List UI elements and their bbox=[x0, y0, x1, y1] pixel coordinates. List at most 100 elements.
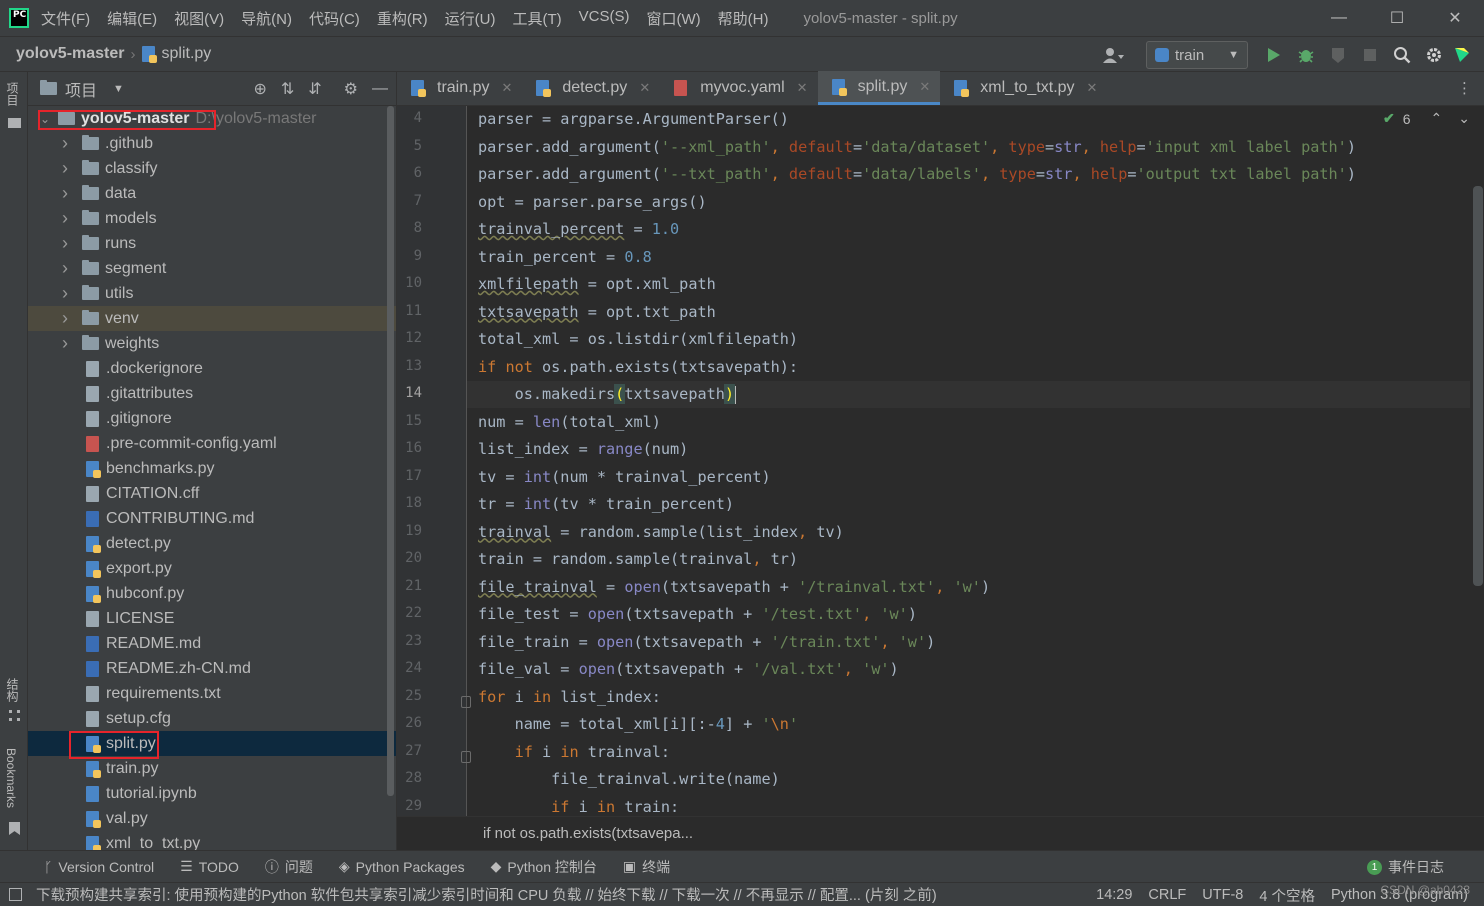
tree-folder[interactable]: › .github bbox=[28, 131, 396, 156]
bookmarks-tool-button[interactable]: Bookmarks bbox=[4, 748, 18, 808]
tree-folder[interactable]: › segment bbox=[28, 256, 396, 281]
tree-file[interactable]: benchmarks.py bbox=[28, 456, 396, 481]
code-line[interactable]: file_trainval = open(txtsavepath + '/tra… bbox=[478, 574, 990, 601]
code-line[interactable]: name = total_xml[i][:-4] + '\n' bbox=[478, 711, 799, 738]
code-line[interactable]: parser.add_argument('--xml_path', defaul… bbox=[478, 134, 1356, 161]
tree-file[interactable]: train.py bbox=[28, 756, 396, 781]
code-line[interactable]: os.makedirs(txtsavepath) bbox=[478, 381, 737, 408]
close-icon[interactable]: ✕ bbox=[639, 80, 650, 96]
close-icon[interactable]: ✕ bbox=[1087, 80, 1098, 96]
code-line[interactable]: file_val = open(txtsavepath + '/val.txt'… bbox=[478, 656, 899, 683]
menu-item[interactable]: 窗口(W) bbox=[646, 8, 700, 29]
run-configuration-select[interactable]: train ▼ bbox=[1146, 41, 1248, 69]
close-window-button[interactable]: ✕ bbox=[1426, 0, 1484, 36]
code-area[interactable]: 4 5 6 7 8 9 10 11 12 13 14 15 16 17 18 19 20 21 22 23 24 25 26… bbox=[397, 106, 1484, 816]
code-line[interactable]: file_test = open(txtsavepath + '/test.tx… bbox=[478, 601, 917, 628]
code-line[interactable]: list_index = range(num) bbox=[478, 436, 688, 463]
problems-button[interactable]: ⓘ 问题 bbox=[265, 857, 313, 877]
tree-folder[interactable]: › utils bbox=[28, 281, 396, 306]
gear-icon[interactable]: ⚙ bbox=[344, 79, 358, 99]
tree-file[interactable]: README.zh-CN.md bbox=[28, 656, 396, 681]
tree-folder[interactable]: › classify bbox=[28, 156, 396, 181]
menu-item[interactable]: VCS(S) bbox=[579, 8, 630, 29]
toggle-tool-windows-icon[interactable] bbox=[9, 888, 22, 901]
chevron-right-icon[interactable]: › bbox=[58, 258, 72, 279]
code-line[interactable]: if i in trainval: bbox=[478, 739, 670, 766]
breadcrumb-project[interactable]: yolov5-master bbox=[16, 45, 125, 63]
editor-tab[interactable]: split.py ✕ bbox=[817, 71, 941, 105]
code-line[interactable]: num = len(total_xml) bbox=[478, 409, 661, 436]
chevron-right-icon[interactable]: › bbox=[58, 283, 72, 304]
tree-file[interactable]: split.py bbox=[28, 731, 396, 756]
editor-tab[interactable]: detect.py ✕ bbox=[522, 71, 660, 105]
tree-file[interactable]: export.py bbox=[28, 556, 396, 581]
collapse-all-icon[interactable]: ⇵ bbox=[308, 79, 321, 99]
tree-file[interactable]: detect.py bbox=[28, 531, 396, 556]
tree-file[interactable]: hubconf.py bbox=[28, 581, 396, 606]
tree-file[interactable]: xml_to_txt.py bbox=[28, 831, 396, 850]
chevron-up-icon[interactable]: ⌃ bbox=[1431, 110, 1443, 127]
tree-file[interactable]: requirements.txt bbox=[28, 681, 396, 706]
caret-position[interactable]: 14:29 bbox=[1096, 887, 1132, 903]
chevron-right-icon[interactable]: › bbox=[58, 333, 72, 354]
search-icon[interactable] bbox=[1386, 39, 1418, 71]
structure-tool-button[interactable]: 结构 bbox=[4, 678, 21, 702]
menu-item[interactable]: 代码(C) bbox=[309, 8, 360, 29]
debug-icon[interactable] bbox=[1290, 39, 1322, 71]
tree-file[interactable]: .dockerignore bbox=[28, 356, 396, 381]
tree-file[interactable]: tutorial.ipynb bbox=[28, 781, 396, 806]
code-breadcrumb[interactable]: if not os.path.exists(txtsavepa... bbox=[397, 816, 1484, 850]
code-line[interactable]: file_trainval.write(name) bbox=[478, 766, 780, 793]
chevron-right-icon[interactable]: › bbox=[58, 158, 72, 179]
inspection-widget[interactable]: ✔ 6 ⌃ ⌄ bbox=[1383, 110, 1470, 127]
code-line[interactable]: xmlfilepath = opt.xml_path bbox=[478, 271, 716, 298]
menu-item[interactable]: 重构(R) bbox=[377, 8, 428, 29]
editor-tab[interactable]: train.py ✕ bbox=[397, 71, 522, 105]
editor-tab[interactable]: xml_to_txt.py ✕ bbox=[940, 71, 1107, 105]
code-line[interactable]: train_percent = 0.8 bbox=[478, 244, 652, 271]
project-panel-title[interactable]: 项目 bbox=[65, 77, 97, 101]
coverage-icon[interactable] bbox=[1322, 39, 1354, 71]
tree-file[interactable]: .pre-commit-config.yaml bbox=[28, 431, 396, 456]
fold-icon[interactable] bbox=[461, 696, 471, 708]
menu-item[interactable]: 视图(V) bbox=[174, 8, 224, 29]
menu-item[interactable]: 文件(F) bbox=[41, 8, 90, 29]
python-packages-button[interactable]: ◈ Python Packages bbox=[339, 858, 465, 875]
code-line[interactable]: tr = int(tv * train_percent) bbox=[478, 491, 734, 518]
close-icon[interactable]: ✕ bbox=[919, 79, 930, 95]
run-icon[interactable] bbox=[1258, 39, 1290, 71]
code-line[interactable]: if i in train: bbox=[478, 794, 679, 817]
close-icon[interactable]: ✕ bbox=[501, 80, 512, 96]
tree-folder[interactable]: › weights bbox=[28, 331, 396, 356]
code-line[interactable]: parser.add_argument('--txt_path', defaul… bbox=[478, 161, 1356, 188]
expand-all-icon[interactable]: ⇅ bbox=[281, 79, 294, 99]
tree-file[interactable]: .gitattributes bbox=[28, 381, 396, 406]
tree-folder[interactable]: › models bbox=[28, 206, 396, 231]
code-line[interactable]: for i in list_index: bbox=[478, 684, 661, 711]
tree-file[interactable]: CONTRIBUTING.md bbox=[28, 506, 396, 531]
jetbrains-icon[interactable] bbox=[1450, 39, 1474, 71]
chevron-right-icon[interactable]: › bbox=[58, 233, 72, 254]
chevron-right-icon[interactable]: › bbox=[58, 133, 72, 154]
tree-folder[interactable]: › venv bbox=[28, 306, 396, 331]
stop-icon[interactable] bbox=[1354, 39, 1386, 71]
tree-file[interactable]: README.md bbox=[28, 631, 396, 656]
locate-icon[interactable]: ⊕ bbox=[253, 79, 266, 99]
tree-folder[interactable]: › data bbox=[28, 181, 396, 206]
code-line[interactable]: tv = int(num * trainval_percent) bbox=[478, 464, 771, 491]
fold-icon[interactable] bbox=[461, 751, 471, 763]
menu-item[interactable]: 帮助(H) bbox=[718, 8, 769, 29]
menu-item[interactable]: 导航(N) bbox=[241, 8, 292, 29]
code-line[interactable]: trainval_percent = 1.0 bbox=[478, 216, 679, 243]
chevron-right-icon[interactable]: › bbox=[58, 208, 72, 229]
editor-scrollbar[interactable] bbox=[1473, 186, 1483, 586]
code-line[interactable]: total_xml = os.listdir(xmlfilepath) bbox=[478, 326, 798, 353]
minimize-button[interactable]: — bbox=[1310, 0, 1368, 36]
code-line[interactable]: train = random.sample(trainval, tr) bbox=[478, 546, 798, 573]
breadcrumb-file[interactable]: split.py bbox=[141, 45, 211, 63]
gear-icon[interactable] bbox=[1418, 39, 1450, 71]
chevron-down-icon[interactable]: ⌄ bbox=[1458, 110, 1470, 127]
editor-tab[interactable]: myvoc.yaml ✕ bbox=[660, 71, 817, 105]
hide-panel-icon[interactable]: — bbox=[372, 80, 388, 98]
chevron-down-icon[interactable]: ⌄ bbox=[38, 112, 52, 126]
